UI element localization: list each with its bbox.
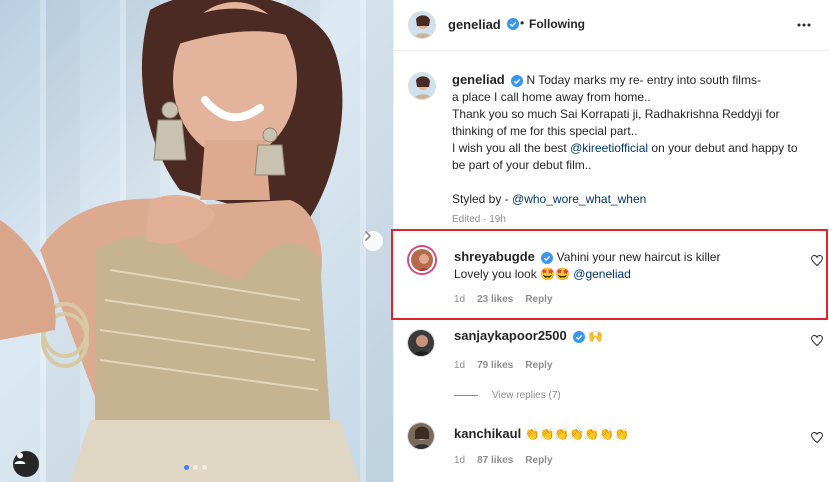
comment-time: 1d (454, 360, 466, 371)
avatar[interactable] (407, 329, 435, 357)
reply-button[interactable]: Reply (525, 455, 552, 466)
more-horizontal-icon[interactable] (797, 23, 811, 27)
caption-line: thinking of me for this special part.. (452, 124, 638, 138)
caption-line: Thank you so much Sai Korrapati ji, Radh… (452, 107, 780, 121)
next-photo-button[interactable] (362, 230, 384, 252)
comment-username[interactable]: kanchikaul (454, 426, 521, 441)
carousel-dot (193, 465, 198, 470)
heart-outline-icon[interactable] (811, 335, 823, 346)
reply-button[interactable]: Reply (525, 294, 552, 305)
comment-time: 1d (454, 455, 466, 466)
edited-timestamp: Edited · 19h (452, 214, 506, 225)
comment-body: 👏👏👏👏👏👏👏 (524, 427, 630, 441)
commenter-avatar-image (408, 423, 434, 449)
comment-body: 🙌 (588, 329, 604, 343)
comment-text: shreyabugde Vahini your new haircut is k… (454, 248, 804, 283)
avatar[interactable] (408, 11, 436, 39)
comment-body: Vahini your new haircut is killer (556, 250, 721, 264)
mention-link[interactable]: @who_wore_what_when (512, 192, 646, 206)
carousel-dot (202, 465, 207, 470)
heart-outline-icon[interactable] (811, 255, 823, 266)
comment-text: kanchikaul 👏👏👏👏👏👏👏 (454, 425, 629, 443)
caption-line: N Today marks my re- entry into south fi… (526, 73, 761, 87)
carousel-dot-active (184, 465, 189, 470)
following-button[interactable]: Following (529, 17, 585, 31)
comment-meta: 1d 23 likes Reply (454, 294, 553, 305)
caption-text: geneliad N Today marks my re- entry into… (452, 71, 822, 208)
avatar[interactable] (408, 72, 436, 100)
avatar[interactable] (409, 247, 435, 273)
comment-likes[interactable]: 79 likes (477, 360, 513, 371)
caption-line: I wish you all the best (452, 141, 571, 155)
caption-line: be part of your debut film.. (452, 158, 592, 172)
reply-button[interactable]: Reply (525, 360, 552, 371)
verified-badge-icon (511, 74, 524, 87)
avatar[interactable] (407, 422, 435, 450)
caption-username[interactable]: geneliad (452, 72, 505, 87)
caption-line: a place I call home away from home.. (452, 90, 651, 104)
verified-badge-icon (541, 251, 554, 264)
verified-badge-icon (573, 330, 586, 343)
post-photo[interactable] (0, 0, 393, 482)
verified-badge-icon (507, 18, 519, 30)
comment-text: sanjaykapoor2500 🙌 (454, 327, 603, 345)
mention-link[interactable]: @kireetiofficial (570, 141, 648, 155)
author-username[interactable]: geneliad (448, 17, 501, 32)
mention-link[interactable]: @geneliad (573, 267, 631, 281)
heart-outline-icon[interactable] (811, 432, 823, 443)
chevron-right-icon (365, 231, 372, 241)
author-avatar-image (409, 12, 435, 38)
user-tag-icon (14, 452, 26, 464)
comment-time: 1d (454, 294, 466, 305)
user-tag-button[interactable] (13, 451, 39, 477)
header-separator: • (520, 16, 525, 30)
caption-line: on your debut and happy to (648, 141, 798, 155)
comment-likes[interactable]: 87 likes (477, 455, 513, 466)
view-replies-button[interactable]: View replies (7) (454, 390, 561, 401)
comment-username[interactable]: shreyabugde (454, 249, 535, 264)
caption-avatar-image (409, 73, 435, 99)
photo-illustration (0, 0, 360, 482)
post-side-panel: geneliad • Following geneliad N Today ma (391, 0, 829, 482)
comment-likes[interactable]: 23 likes (477, 294, 513, 305)
comment-username[interactable]: sanjaykapoor2500 (454, 328, 567, 343)
caption-line: Styled by - (452, 192, 513, 206)
view-replies-label: View replies (7) (492, 390, 561, 401)
comment-body: Lovely you look 🤩🤩 (454, 267, 574, 281)
post-header: geneliad • Following (394, 0, 829, 51)
comment-meta: 1d 87 likes Reply (454, 455, 553, 466)
carousel-indicator (184, 465, 207, 470)
view-replies-line (454, 395, 478, 396)
comment-meta: 1d 79 likes Reply (454, 360, 553, 371)
commenter-avatar-image (408, 330, 434, 356)
